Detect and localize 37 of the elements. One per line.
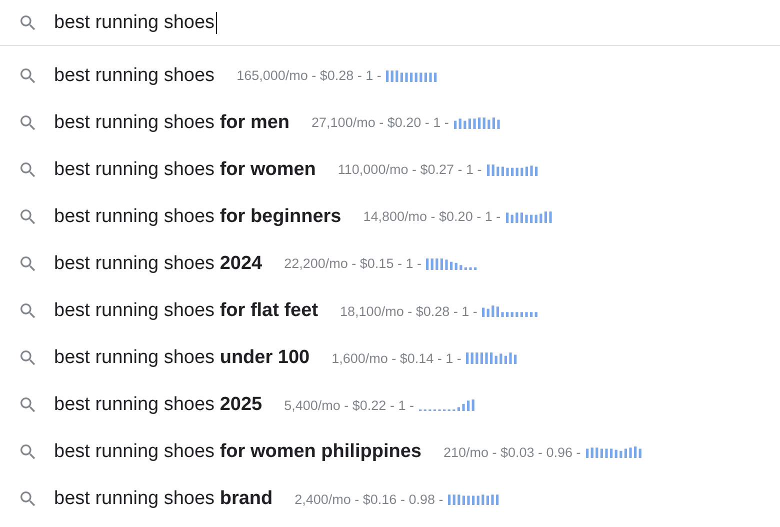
trend-bars-drawing: [418, 399, 477, 412]
search-icon: [18, 254, 38, 274]
trend-bars-drawing: [386, 70, 440, 82]
search-icon: [18, 112, 38, 133]
trend-bars-drawing: [486, 164, 540, 176]
search-icon: [18, 66, 38, 86]
search-icon: [18, 206, 38, 227]
keyword-metrics: 165,000/mo - $0.28 - 1 -: [236, 68, 382, 84]
keyword-metrics: 14,800/mo - $0.20 - 1 -: [363, 209, 501, 224]
keyword-metrics: 22,200/mo - $0.15 - 1 -: [284, 256, 422, 272]
suggestion-text[interactable]: best running shoes for beginners: [54, 206, 342, 228]
keyword-metrics: 5,400/mo - $0.22 - 1 -: [284, 398, 414, 413]
search-icon: [18, 160, 38, 180]
trend-bars-drawing: [506, 210, 554, 223]
search-icon: [18, 12, 38, 32]
trend-bars-drawing: [454, 116, 502, 129]
suggestion-text[interactable]: best running shoes for men: [54, 112, 290, 134]
keyword-metrics: 1,600/mo - $0.14 - 1 -: [332, 350, 462, 366]
trend-bars-drawing: [426, 258, 480, 270]
trend-bars-drawing: [466, 352, 520, 364]
keyword-metrics: 2,400/mo - $0.16 - 0.98 -: [294, 492, 444, 507]
search-field[interactable]: best running shoes: [54, 10, 218, 36]
trend-bars-drawing: [448, 493, 502, 506]
suggestion-text[interactable]: best running shoes 2024: [54, 252, 262, 275]
keyword-metrics: 27,100/mo - $0.20 - 1 -: [312, 115, 449, 130]
suggestion-text[interactable]: best running shoes: [54, 64, 215, 87]
suggestion-text[interactable]: best running shoes for women philippines: [54, 441, 422, 464]
keyword-metrics: 210/mo - $0.03 - 0.96 -: [443, 444, 581, 460]
keyword-metrics: 110,000/mo - $0.27 - 1 -: [338, 162, 482, 178]
suggestion-text[interactable]: best running shoes under 100: [54, 347, 310, 370]
suggestion-text[interactable]: best running shoes 2025: [54, 394, 262, 416]
trend-bars-drawing: [482, 305, 540, 318]
suggestion-text[interactable]: best running shoes for flat feet: [54, 300, 318, 322]
keyword-metrics: 18,100/mo - $0.28 - 1 -: [340, 304, 478, 319]
trend-bars-drawing: [586, 446, 644, 458]
suggestion-text[interactable]: best running shoes for women: [54, 158, 316, 181]
suggestion-text[interactable]: best running shoes brand: [54, 488, 273, 510]
